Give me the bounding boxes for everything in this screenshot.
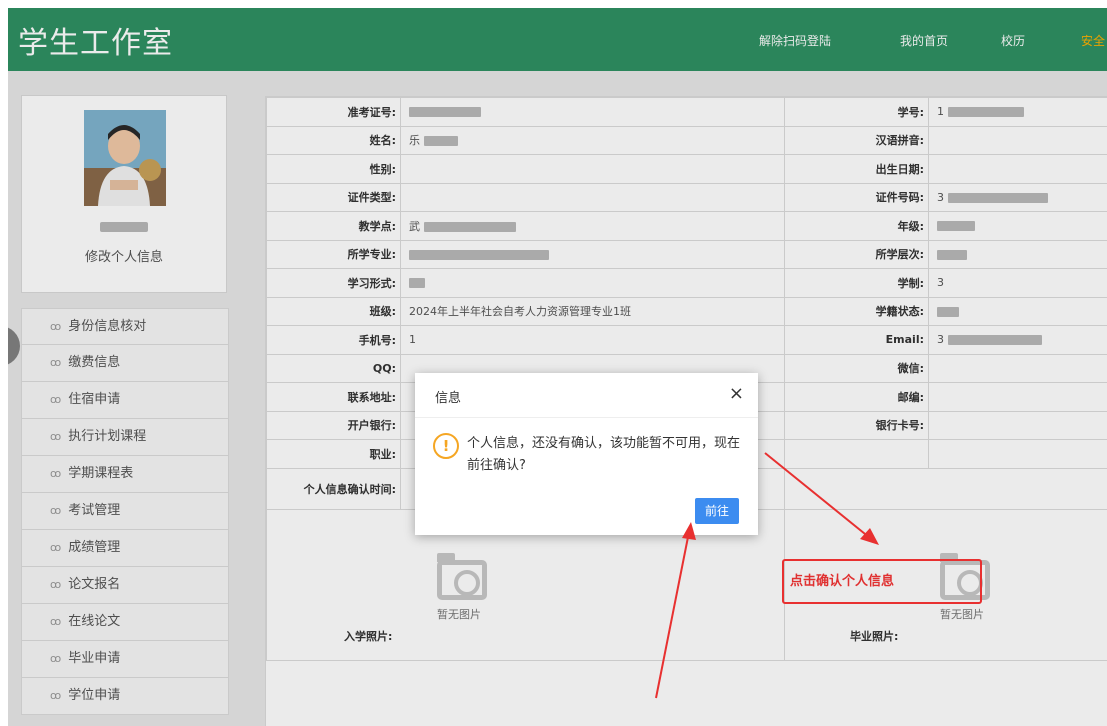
annotation-arrows [655,452,879,699]
arrow-head [682,522,696,540]
arrow-to-highlight [764,452,871,539]
app-frame: 学生工作室 解除扫码登陆 我的首页 校历 安全 修改个人信息 ꝏ身份信息核对 ꝏ… [8,8,1107,726]
arrow-head [860,528,879,545]
arrow-to-button [655,531,690,699]
